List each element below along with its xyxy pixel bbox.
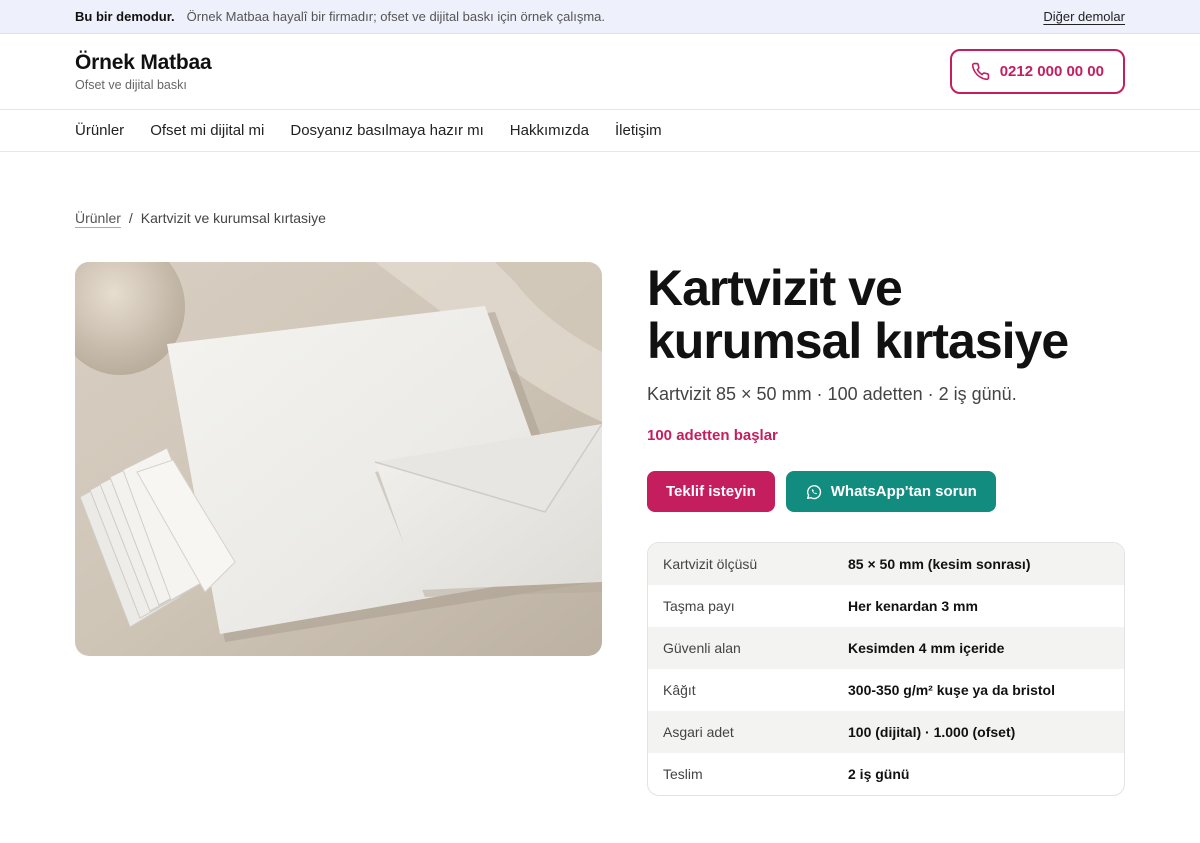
spec-table: Kartvizit ölçüsü 85 × 50 mm (kesim sonra… (647, 542, 1125, 796)
spec-key: Kâğıt (663, 682, 696, 698)
demo-banner-strong: Bu bir demodur. (75, 9, 175, 24)
nav-item-contact[interactable]: İletişim (615, 122, 662, 139)
spec-value: 2 iş günü (848, 766, 910, 782)
spec-value: 85 × 50 mm (kesim sonrası) (848, 556, 1031, 572)
product-image (75, 262, 602, 656)
product-subtitle: Kartvizit 85 × 50 mm · 100 adetten · 2 i… (647, 384, 1017, 404)
spec-row: Taşma payı Her kenardan 3 mm (648, 585, 1124, 627)
breadcrumb-current: Kartvizit ve kurumsal kırtasiye (140, 210, 326, 226)
spec-value: Kesimden 4 mm içeride (848, 640, 1005, 656)
spec-key: Teslim (663, 766, 703, 782)
spec-key: Asgari adet (663, 724, 734, 740)
nav-item-offset-vs-digital[interactable]: Ofset mi dijital mi (150, 122, 264, 139)
breadcrumb-separator: / (128, 210, 133, 226)
phone-button[interactable]: 0212 000 00 00 (949, 49, 1125, 94)
site-header: Örnek Matbaa Ofset ve dijital baskı 0212… (0, 34, 1200, 110)
spec-row: Asgari adet 100 (dijital) · 1.000 (ofset… (648, 711, 1124, 753)
spec-row: Teslim 2 iş günü (648, 753, 1124, 795)
brand-name: Örnek Matbaa (75, 51, 212, 74)
breadcrumb-parent[interactable]: Ürünler (75, 210, 121, 226)
stationery-photo (75, 262, 602, 656)
spec-row: Kartvizit ölçüsü 85 × 50 mm (kesim sonra… (648, 543, 1124, 585)
main-nav: Ürünler Ofset mi dijital mi Dosyanız bas… (0, 110, 1200, 152)
phone-icon (971, 62, 989, 81)
product-info: Kartvizit ve kurumsal kırtasiye Kartvizi… (647, 262, 1125, 796)
spec-key: Kartvizit ölçüsü (663, 556, 758, 572)
product-title-line1: Kartvizit ve (647, 260, 903, 316)
spec-row: Kâğıt 300-350 g/m² kuşe ya da bristol (648, 669, 1124, 711)
demo-banner-text: Bu bir demodur. Örnek Matbaa hayalî bir … (75, 9, 605, 24)
product-title: Kartvizit ve kurumsal kırtasiye (647, 262, 1125, 368)
nav-item-products[interactable]: Ürünler (75, 122, 124, 139)
cta-row: Teklif isteyin WhatsApp'tan sorun (647, 471, 1125, 512)
whatsapp-icon (806, 484, 821, 499)
other-demos-link[interactable]: Diğer demolar (1043, 9, 1125, 24)
whatsapp-button[interactable]: WhatsApp'tan sorun (785, 471, 996, 512)
nav-item-about[interactable]: Hakkımızda (510, 122, 589, 139)
demo-banner: Bu bir demodur. Örnek Matbaa hayalî bir … (0, 0, 1200, 34)
spec-value: 100 (dijital) · 1.000 (ofset) (848, 724, 1016, 740)
price-note: 100 adetten başlar (647, 427, 778, 444)
brand[interactable]: Örnek Matbaa Ofset ve dijital baskı (75, 51, 212, 92)
product-title-line2: kurumsal kırtasiye (647, 313, 1069, 369)
spec-key: Güvenli alan (663, 640, 741, 656)
breadcrumb: Ürünler / Kartvizit ve kurumsal kırtasiy… (75, 210, 326, 226)
request-quote-button[interactable]: Teklif isteyin (647, 471, 775, 512)
spec-row: Güvenli alan Kesimden 4 mm içeride (648, 627, 1124, 669)
nav-item-file-ready[interactable]: Dosyanız basılmaya hazır mı (290, 122, 483, 139)
brand-tagline: Ofset ve dijital baskı (75, 78, 187, 92)
spec-value: Her kenardan 3 mm (848, 598, 978, 614)
demo-banner-note: Örnek Matbaa hayalî bir firmadır; ofset … (186, 9, 606, 24)
whatsapp-button-label: WhatsApp'tan sorun (830, 483, 977, 500)
phone-number: 0212 000 00 00 (999, 63, 1104, 80)
spec-value: 300-350 g/m² kuşe ya da bristol (848, 682, 1055, 698)
spec-key: Taşma payı (663, 598, 735, 614)
